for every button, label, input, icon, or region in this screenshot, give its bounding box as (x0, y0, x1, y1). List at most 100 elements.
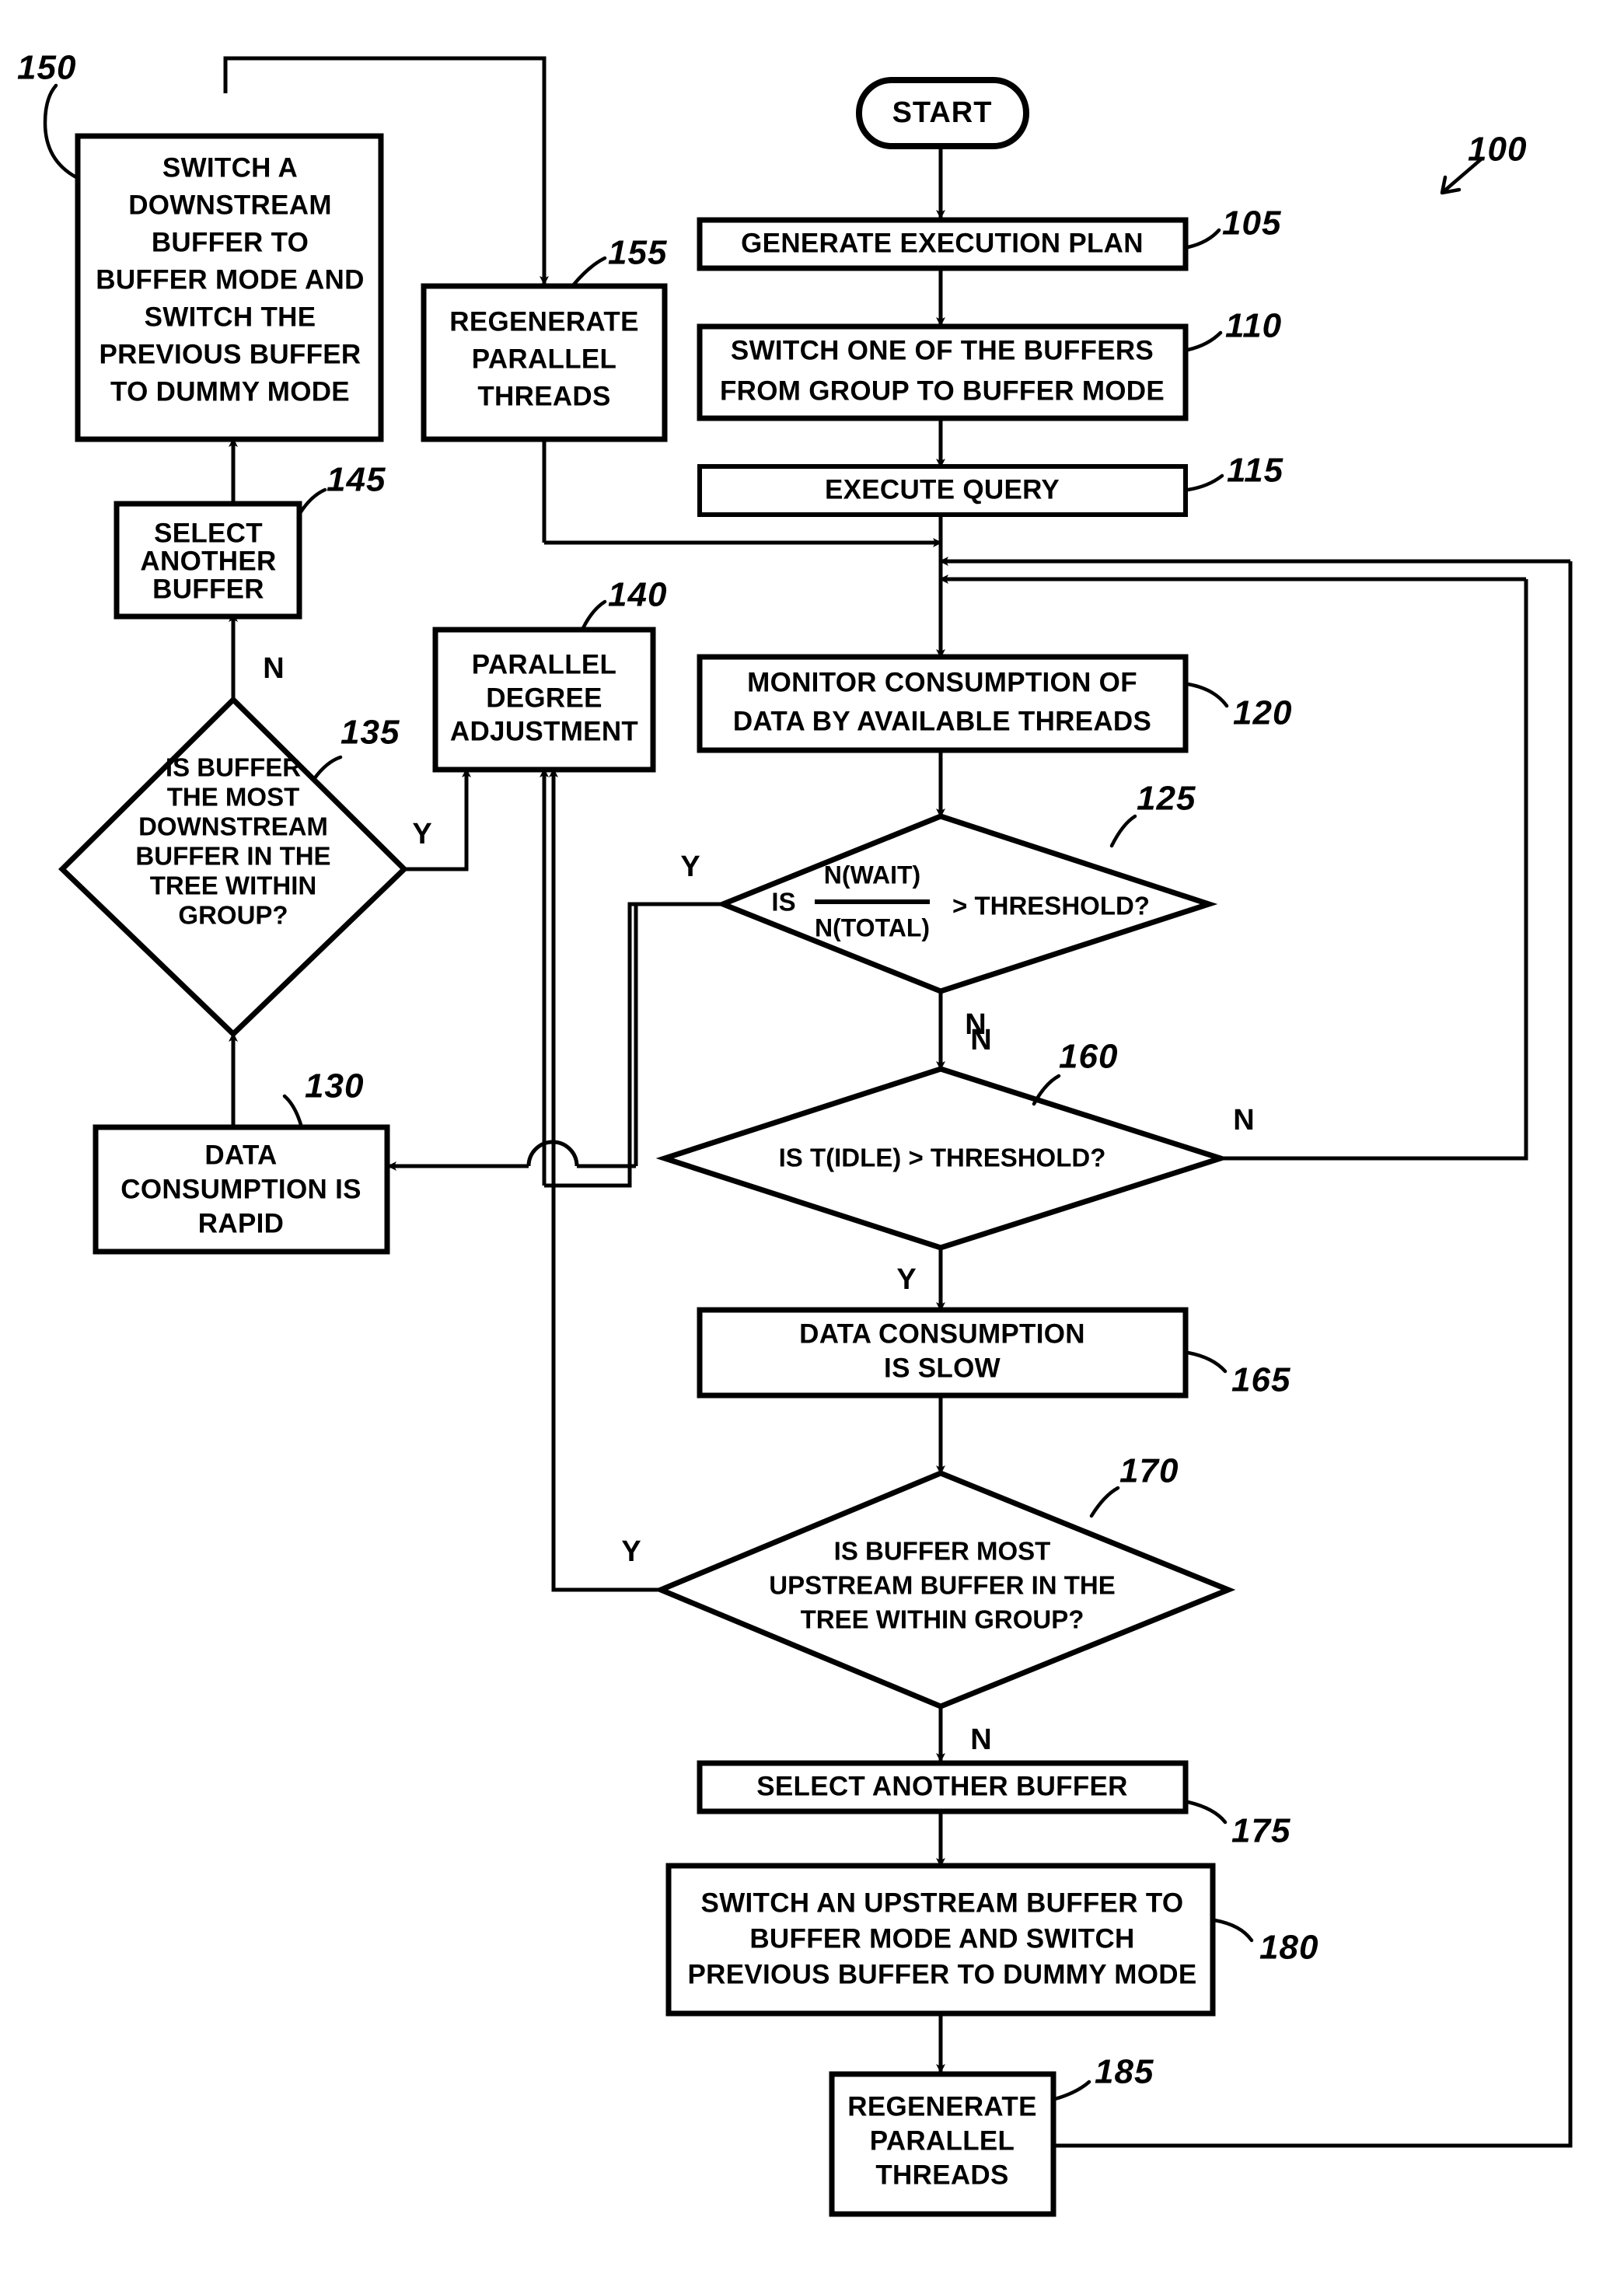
node-145-select-another-buffer-left: SELECT ANOTHER BUFFER 145 (114, 461, 386, 620)
node-160-line-1: IS T(IDLE) > THRESHOLD? (779, 1144, 1106, 1172)
node-165-line-1: DATA CONSUMPTION (799, 1318, 1085, 1349)
connector-170-yes-to-140 (549, 768, 661, 1592)
node-125-suffix: > THRESHOLD? (952, 892, 1150, 920)
ref-number-135: 135 (341, 714, 400, 752)
node-160-idle-time-decision: IS T(IDLE) > THRESHOLD? 160 N N Y (655, 1024, 1255, 1296)
node-180-line-1: SWITCH AN UPSTREAM BUFFER TO (701, 1888, 1184, 1918)
node-145-line-3: BUFFER (152, 574, 264, 604)
node-145-line-1: SELECT (154, 518, 263, 548)
node-135-line-2: THE MOST (167, 783, 300, 812)
node-125-wait-ratio-decision: IS N(WAIT) N(TOTAL) > THRESHOLD? 125 Y N (680, 780, 1218, 1041)
ref-number-105: 105 (1222, 204, 1281, 243)
leader-155 (571, 256, 607, 287)
node-110-switch-one-buffer: SWITCH ONE OF THE BUFFERS FROM GROUP TO … (697, 307, 1282, 421)
node-185-line-1: REGENERATE (847, 2091, 1037, 2122)
node-140-parallel-degree-adjustment: PARALLEL DEGREE ADJUSTMENT 140 (432, 576, 667, 773)
branch-label-170-yes: Y (621, 1535, 641, 1568)
leader-110 (1186, 330, 1223, 352)
ref-number-120: 120 (1233, 694, 1292, 732)
node-start: START (856, 77, 1029, 149)
node-180-line-3: PREVIOUS BUFFER TO DUMMY MODE (688, 1959, 1197, 1989)
node-135-line-6: GROUP? (178, 901, 288, 930)
node-110-line-1: SWITCH ONE OF THE BUFFERS (731, 335, 1154, 365)
node-150-switch-downstream-buffer: SWITCH A DOWNSTREAM BUFFER TO BUFFER MOD… (17, 49, 384, 442)
ref-number-160: 160 (1059, 1038, 1118, 1076)
node-175-select-another-buffer: SELECT ANOTHER BUFFER 175 (697, 1760, 1290, 1850)
ref-number-180: 180 (1259, 1929, 1318, 1967)
node-130-line-2: CONSUMPTION IS (120, 1174, 361, 1204)
ref-number-165: 165 (1231, 1361, 1290, 1399)
node-155-line-3: THREADS (477, 381, 610, 411)
branch-label-160-no: N (1233, 1104, 1254, 1137)
ref-number-145: 145 (327, 461, 386, 499)
node-150-line-1: SWITCH A (162, 152, 298, 183)
node-155-line-1: REGENERATE (449, 306, 639, 337)
node-150-line-3: BUFFER TO (152, 227, 309, 257)
node-135-line-1: IS BUFFER (166, 753, 301, 782)
start-label: START (892, 96, 993, 129)
leader-180 (1212, 1918, 1254, 1943)
ref-number-130: 130 (305, 1067, 364, 1105)
leader-145 (298, 487, 327, 515)
node-165-data-consumption-slow: DATA CONSUMPTION IS SLOW 165 (697, 1307, 1290, 1399)
node-115-execute-query: EXECUTE QUERY 115 (697, 452, 1283, 517)
node-155-line-2: PARALLEL (472, 344, 616, 374)
patent-figure: START GENERATE EXECUTION PLAN 105 SWITCH… (0, 0, 1624, 2277)
node-120-line-2: DATA BY AVAILABLE THREADS (733, 706, 1151, 736)
branch-label-135-no: N (263, 652, 284, 685)
node-150-line-5: SWITCH THE (145, 302, 316, 332)
branch-label-160-in-no: N (970, 1024, 991, 1056)
leader-150 (43, 83, 79, 180)
leader-185 (1053, 2080, 1091, 2101)
node-150-line-4: BUFFER MODE AND (96, 264, 364, 295)
node-130-data-consumption-rapid: DATA CONSUMPTION IS RAPID 130 (93, 1067, 390, 1255)
node-150-line-2: DOWNSTREAM (128, 190, 332, 220)
node-150-line-7: TO DUMMY MODE (110, 376, 350, 407)
branch-label-170-no: N (970, 1723, 991, 1756)
branch-label-160-yes: Y (896, 1263, 916, 1296)
node-135-line-4: BUFFER IN THE (135, 842, 330, 871)
ref-number-155: 155 (608, 234, 667, 272)
figure-ref-number: 100 (1468, 131, 1527, 169)
ref-number-175: 175 (1231, 1812, 1290, 1850)
node-175-line-1: SELECT ANOTHER BUFFER (756, 1771, 1128, 1801)
node-125-fraction-numerator: N(WAIT) (824, 861, 920, 889)
node-140-line-2: DEGREE (486, 683, 602, 713)
leader-130 (282, 1094, 304, 1130)
figure-reference-100: 100 (1440, 131, 1527, 195)
node-105-line-1: GENERATE EXECUTION PLAN (741, 228, 1144, 258)
ref-number-115: 115 (1227, 452, 1283, 490)
connector-160-no-loop (1221, 579, 1528, 1161)
node-125-prefix: IS (771, 888, 795, 917)
branch-label-125-yes: Y (680, 850, 700, 883)
node-140-line-1: PARALLEL (472, 649, 616, 679)
ref-number-185: 185 (1095, 2053, 1154, 2091)
node-140-line-3: ADJUSTMENT (450, 716, 638, 746)
node-150-line-6: PREVIOUS BUFFER (99, 339, 361, 369)
flowchart-diagram: START GENERATE EXECUTION PLAN 105 SWITCH… (17, 49, 1573, 2217)
branch-label-135-yes: Y (412, 818, 431, 850)
ref-number-110: 110 (1225, 307, 1282, 345)
node-130-line-3: RAPID (198, 1208, 284, 1238)
node-180-switch-upstream-buffer: SWITCH AN UPSTREAM BUFFER TO BUFFER MODE… (665, 1863, 1318, 2017)
node-135-line-3: DOWNSTREAM (138, 812, 328, 841)
node-185-line-2: PARALLEL (870, 2125, 1015, 2156)
ref-number-140: 140 (608, 576, 667, 614)
leader-160 (1032, 1074, 1061, 1106)
node-170-line-1: IS BUFFER MOST (834, 1537, 1051, 1566)
leader-120 (1186, 682, 1229, 708)
node-170-line-3: TREE WITHIN GROUP? (801, 1605, 1084, 1634)
ref-number-150: 150 (17, 49, 76, 87)
node-110-line-2: FROM GROUP TO BUFFER MODE (720, 375, 1165, 406)
leader-115 (1186, 473, 1224, 492)
ref-number-125: 125 (1137, 780, 1196, 818)
node-170-most-upstream-decision: IS BUFFER MOST UPSTREAM BUFFER IN THE TR… (621, 1452, 1236, 1756)
leader-165 (1186, 1350, 1228, 1374)
leader-135 (312, 755, 343, 781)
ref-number-170: 170 (1119, 1452, 1179, 1490)
leader-175 (1186, 1800, 1228, 1825)
leader-140 (581, 599, 607, 630)
node-145-line-2: ANOTHER (140, 546, 276, 576)
node-115-line-1: EXECUTE QUERY (825, 474, 1060, 505)
node-135-most-downstream-decision: IS BUFFER THE MOST DOWNSTREAM BUFFER IN … (58, 652, 432, 1038)
